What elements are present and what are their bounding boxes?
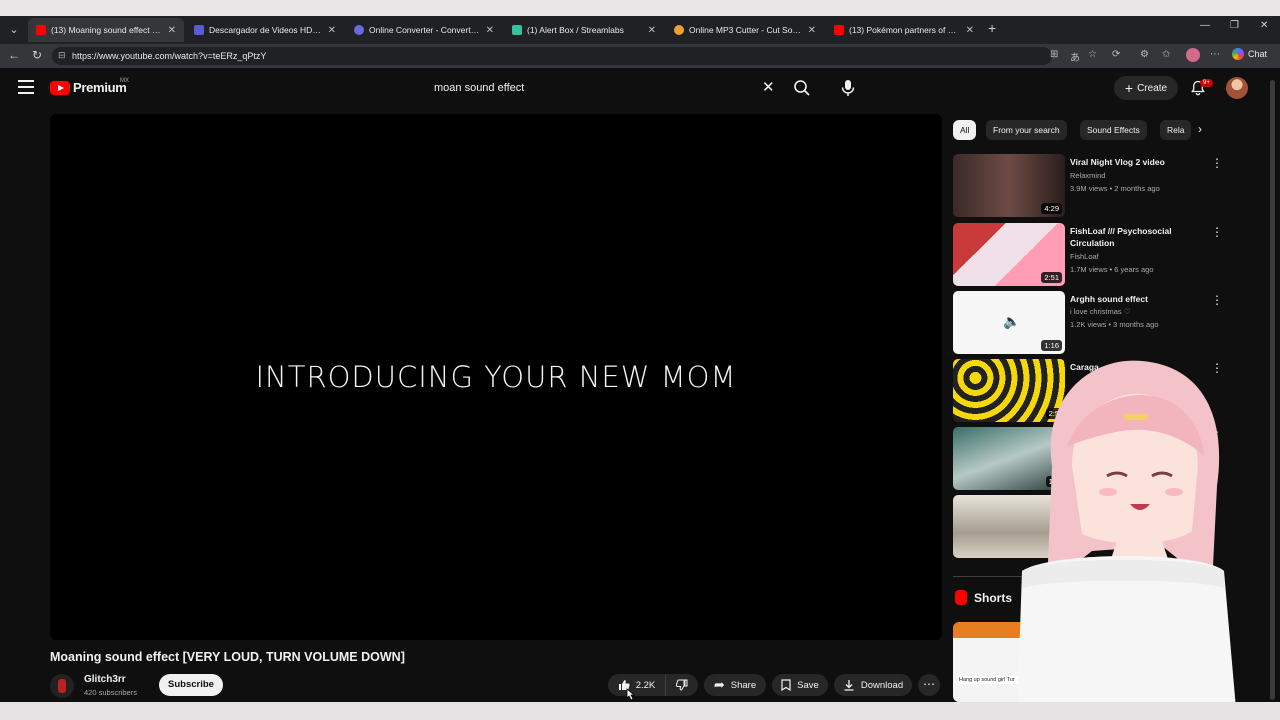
minimize-icon[interactable]: — <box>1200 20 1210 31</box>
tab-streamlabs[interactable]: (1) Alert Box / Streamlabs ✕ <box>504 18 664 42</box>
youtube-premium-logo[interactable]: Premium MX <box>50 78 129 95</box>
plus-icon: + <box>1124 80 1134 96</box>
dislike-button[interactable] <box>666 674 698 696</box>
account-avatar[interactable] <box>1226 77 1248 99</box>
like-button[interactable]: 2.2K <box>608 674 666 696</box>
download-icon <box>844 680 854 691</box>
video-thumbnail: 2:51 <box>953 223 1065 286</box>
recommended-video[interactable]: 4:29 Viral Night Vlog 2 video Relaxmind … <box>953 154 1223 218</box>
bookmark-icon <box>781 679 791 691</box>
menu-icon[interactable] <box>18 80 34 94</box>
video-title: Moaning sound effect [VERY LOUD, TURN VO… <box>50 650 405 664</box>
shorts-icon <box>955 590 967 605</box>
chip-from-your-search[interactable]: From your search <box>986 120 1067 140</box>
close-tab-icon[interactable]: ✕ <box>328 25 336 36</box>
chip-related[interactable]: Rela <box>1160 120 1192 140</box>
subscribe-button[interactable]: Subscribe <box>159 674 223 696</box>
speaker-icon: 🔈 <box>1003 313 1021 329</box>
more-actions-icon[interactable]: ⋯ <box>918 674 940 696</box>
search-input[interactable]: moan sound effect <box>424 76 784 100</box>
save-button[interactable]: Save <box>772 674 828 696</box>
site-favicon-icon <box>354 25 364 35</box>
mouse-cursor-icon <box>626 688 636 701</box>
close-tab-icon[interactable]: ✕ <box>648 25 656 36</box>
tab-search-icon[interactable]: ⌄ <box>4 20 24 40</box>
like-dislike-group: 2.2K <box>608 674 698 696</box>
refresh-extension-icon[interactable]: ⟳ <box>1112 49 1120 60</box>
vtuber-avatar-overlay <box>1017 360 1237 720</box>
url-field[interactable]: https://www.youtube.com/watch?v=teERz_qP… <box>52 47 1052 65</box>
channel-name[interactable]: Glitch3rr <box>84 674 126 685</box>
extensions-icon[interactable]: ⚙ <box>1140 49 1149 60</box>
video-thumbnail: 4:29 <box>953 154 1065 217</box>
site-info-icon[interactable]: ⊟ <box>58 50 66 61</box>
video-menu-icon[interactable]: ⋮ <box>1211 225 1223 239</box>
site-favicon-icon <box>512 25 522 35</box>
close-tab-icon[interactable]: ✕ <box>966 25 974 36</box>
create-button[interactable]: + Create <box>1114 76 1178 100</box>
recommended-video[interactable]: 2:51 FishLoaf /// Psychosocial Circulati… <box>953 223 1223 287</box>
page-scrollbar[interactable] <box>1270 80 1275 700</box>
notification-badge: 9+ <box>1200 79 1213 87</box>
desktop-background-edge <box>0 702 1280 720</box>
tab-moaning-sound-effect[interactable]: (13) Moaning sound effect [VERY LO... ✕ <box>28 18 184 42</box>
tab-pokemon[interactable]: (13) Pokémon partners of different type … <box>826 18 982 42</box>
clear-search-icon[interactable]: ✕ <box>762 78 775 96</box>
channel-avatar[interactable] <box>50 674 74 698</box>
thumbs-down-icon <box>676 679 688 691</box>
subscriber-count: 420 subscribers <box>84 688 137 697</box>
video-menu-icon[interactable]: ⋮ <box>1211 156 1223 170</box>
new-tab-icon[interactable]: + <box>988 20 996 36</box>
reload-icon[interactable]: ↻ <box>32 48 42 62</box>
search-icon[interactable] <box>792 78 812 98</box>
close-window-icon[interactable]: ✕ <box>1260 20 1268 31</box>
share-arrow-icon: ➦ <box>713 677 725 692</box>
video-frame-text: INTRODUCING YOUR NEW MOM <box>255 360 737 394</box>
youtube-play-icon <box>50 80 70 95</box>
close-tab-icon[interactable]: ✕ <box>168 25 176 36</box>
shorts-heading: Shorts <box>974 591 1013 605</box>
tab-online-converter[interactable]: Online Converter - Convert Image, Video … <box>346 18 502 42</box>
back-icon[interactable]: ← <box>8 48 20 62</box>
profile-icon[interactable] <box>1186 48 1200 62</box>
more-options-icon[interactable]: ⋯ <box>1210 49 1220 60</box>
tab-mp3-cutter[interactable]: Online MP3 Cutter - Cut Songs, Make ✕ <box>666 18 824 42</box>
copilot-icon <box>1232 48 1244 60</box>
video-thumbnail: 🔈 1:16 <box>953 291 1065 354</box>
restore-icon[interactable]: ❐ <box>1230 20 1239 31</box>
chevron-right-icon[interactable]: › <box>1198 122 1202 136</box>
translate-icon[interactable]: あ <box>1070 49 1080 64</box>
close-tab-icon[interactable]: ✕ <box>808 25 816 36</box>
microphone-icon[interactable] <box>838 78 858 98</box>
video-player[interactable]: INTRODUCING YOUR NEW MOM <box>50 114 942 640</box>
chip-all[interactable]: All <box>953 120 977 140</box>
share-button[interactable]: ➦ Share <box>704 674 766 696</box>
favorite-star-icon[interactable]: ☆ <box>1088 49 1097 60</box>
favorites-icon[interactable]: ✩ <box>1162 49 1170 60</box>
copilot-chat-button[interactable]: Chat <box>1232 48 1267 60</box>
apps-icon[interactable]: ⊞ <box>1050 49 1058 60</box>
download-button[interactable]: Download <box>834 674 912 696</box>
youtube-favicon-icon <box>36 25 46 35</box>
site-favicon-icon <box>194 25 204 35</box>
video-menu-icon[interactable]: ⋮ <box>1211 293 1223 307</box>
chip-sound-effects[interactable]: Sound Effects <box>1080 120 1147 140</box>
site-favicon-icon <box>674 25 684 35</box>
tab-descargador[interactable]: Descargador de Videos HD de YouTube ✕ <box>186 18 344 42</box>
youtube-favicon-icon <box>834 25 844 35</box>
close-tab-icon[interactable]: ✕ <box>486 25 494 36</box>
recommended-video[interactable]: 🔈 1:16 Arghh sound effect i love christm… <box>953 291 1223 355</box>
